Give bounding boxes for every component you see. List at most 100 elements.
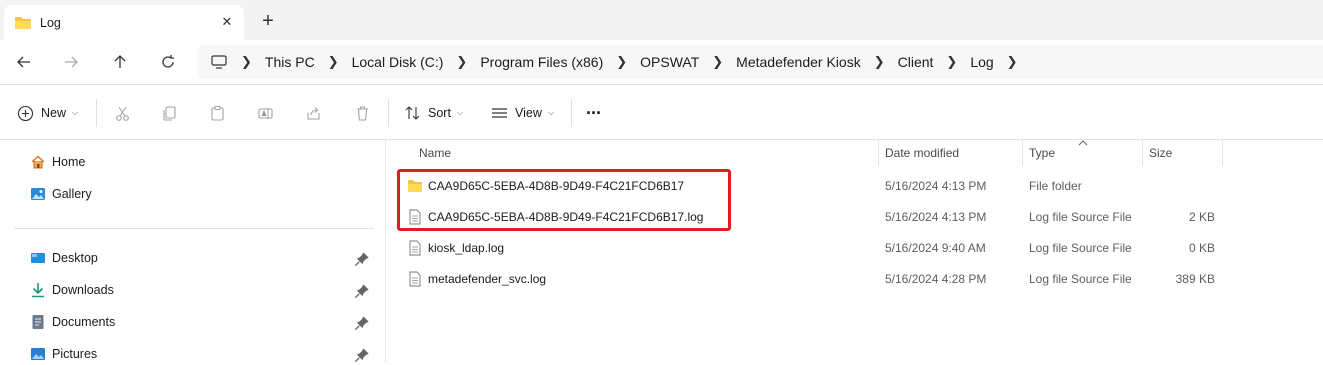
command-bar: New ⌵ Sort ⌵ View ⌵ ··· [0, 85, 1323, 140]
documents-icon [32, 315, 44, 329]
back-arrow-icon [17, 56, 30, 68]
rename-icon [258, 107, 273, 119]
file-size: 389 KB [1175, 271, 1215, 286]
file-date: 5/16/2024 9:40 AM [885, 240, 986, 255]
gallery-icon [31, 188, 45, 200]
breadcrumb-client[interactable]: Client ❯ [898, 54, 971, 70]
desktop-icon [31, 253, 45, 263]
refresh-icon [162, 55, 174, 68]
breadcrumb-metadefender-kiosk[interactable]: Metadefender Kiosk ❯ [736, 54, 897, 70]
up-button[interactable] [107, 50, 133, 74]
file-date: 5/16/2024 4:28 PM [885, 271, 987, 286]
nav-item-downloads[interactable]: Downloads [30, 279, 380, 301]
new-tab-button[interactable]: + [256, 9, 280, 33]
divider [96, 99, 97, 127]
divider [388, 99, 389, 127]
back-button[interactable] [11, 50, 37, 74]
file-icon [409, 271, 421, 286]
column-divider[interactable] [1142, 140, 1143, 166]
home-icon [31, 155, 45, 169]
scissors-icon [116, 106, 129, 121]
view-list-icon [492, 107, 507, 118]
column-divider[interactable] [878, 140, 879, 166]
file-size: 2 KB [1188, 209, 1215, 224]
pin-icon[interactable] [354, 347, 370, 363]
trash-icon [357, 105, 368, 121]
file-name: metadefender_svc.log [428, 271, 547, 286]
tab-strip: Log ✕ + [0, 0, 1323, 40]
new-button[interactable]: New ⌵ [17, 99, 78, 127]
chevron-right-icon: ❯ [456, 54, 468, 69]
breadcrumb-log[interactable]: Log ❯ [970, 54, 1030, 70]
file-size: 0 KB [1188, 240, 1215, 255]
highlight-box [397, 169, 731, 231]
nav-divider [14, 228, 374, 229]
delete-button[interactable] [354, 99, 371, 127]
column-header-type[interactable]: Type [1029, 140, 1055, 166]
close-tab-icon[interactable]: ✕ [218, 13, 236, 31]
column-header-name[interactable]: Name [419, 140, 451, 166]
column-header-size[interactable]: Size [1149, 140, 1172, 166]
file-type: File folder [1029, 178, 1082, 193]
clipboard-icon [211, 105, 224, 121]
tab-title: Log [40, 15, 61, 30]
cut-button[interactable] [114, 99, 131, 127]
chevron-down-icon: ⌵ [72, 108, 79, 117]
tab-log[interactable]: Log ✕ [4, 5, 244, 40]
nav-item-gallery[interactable]: Gallery [30, 183, 380, 205]
chevron-right-icon: ❯ [712, 54, 724, 69]
downloads-icon [32, 283, 44, 298]
forward-arrow-icon [65, 56, 78, 68]
column-header-date[interactable]: Date modified [885, 140, 959, 166]
chevron-right-icon: ❯ [873, 54, 885, 69]
breadcrumb-program-files[interactable]: Program Files (x86) ❯ [480, 54, 640, 70]
divider [571, 99, 572, 127]
sort-ascending-icon [1078, 140, 1088, 146]
chevron-down-icon: ⌵ [547, 108, 554, 117]
file-row[interactable]: metadefender_svc.log 5/16/2024 4:28 PM L… [387, 263, 1323, 294]
pin-icon[interactable] [354, 315, 370, 331]
address-bar[interactable]: ❯ This PC ❯ Local Disk (C:) ❯ Program File… [198, 45, 1323, 79]
file-icon [409, 240, 421, 255]
file-type: Log file Source File [1029, 209, 1132, 224]
column-divider[interactable] [1222, 140, 1223, 166]
breadcrumb-opswat[interactable]: OPSWAT ❯ [640, 54, 736, 70]
computer-icon [211, 55, 227, 69]
sort-icon [405, 105, 420, 120]
column-divider[interactable] [1022, 140, 1023, 166]
chevron-right-icon: ❯ [946, 54, 958, 69]
share-icon [307, 106, 320, 120]
file-size [1143, 170, 1215, 201]
chevron-right-icon: ❯ [327, 54, 339, 69]
breadcrumb-this-pc[interactable]: This PC ❯ [265, 54, 352, 70]
nav-item-documents[interactable]: Documents [30, 311, 380, 333]
file-type: Log file Source File [1029, 271, 1132, 286]
folder-icon [15, 16, 31, 29]
up-arrow-icon [114, 55, 126, 68]
forward-button[interactable] [58, 50, 84, 74]
chevron-right-icon: ❯ [616, 54, 628, 69]
sort-button[interactable]: Sort ⌵ [404, 99, 463, 127]
share-button[interactable] [305, 99, 322, 127]
pin-icon[interactable] [354, 283, 370, 299]
rename-button[interactable] [257, 99, 274, 127]
nav-item-home[interactable]: Home [30, 151, 380, 173]
address-row: ❯ This PC ❯ Local Disk (C:) ❯ Program File… [0, 40, 1323, 85]
paste-button[interactable] [209, 99, 226, 127]
view-button[interactable]: View ⌵ [491, 99, 554, 127]
file-date: 5/16/2024 4:13 PM [885, 209, 987, 224]
copy-button[interactable] [161, 99, 178, 127]
chevron-right-icon: ❯ [1006, 54, 1018, 69]
file-row[interactable]: kiosk_ldap.log 5/16/2024 9:40 AM Log fil… [387, 232, 1323, 263]
pin-icon[interactable] [354, 251, 370, 267]
breadcrumb-root-chevron[interactable]: ❯ [228, 54, 265, 70]
nav-item-desktop[interactable]: Desktop [30, 247, 380, 269]
chevron-down-icon: ⌵ [456, 108, 464, 117]
navigation-pane: Home Gallery Desktop Downloads Documents… [0, 140, 386, 363]
file-date: 5/16/2024 4:13 PM [885, 178, 987, 193]
refresh-button[interactable] [155, 50, 181, 74]
breadcrumb-local-disk[interactable]: Local Disk (C:) ❯ [352, 54, 481, 70]
plus-circle-icon [17, 105, 34, 121]
file-name: kiosk_ldap.log [428, 240, 505, 255]
more-options-button[interactable]: ··· [586, 99, 602, 127]
